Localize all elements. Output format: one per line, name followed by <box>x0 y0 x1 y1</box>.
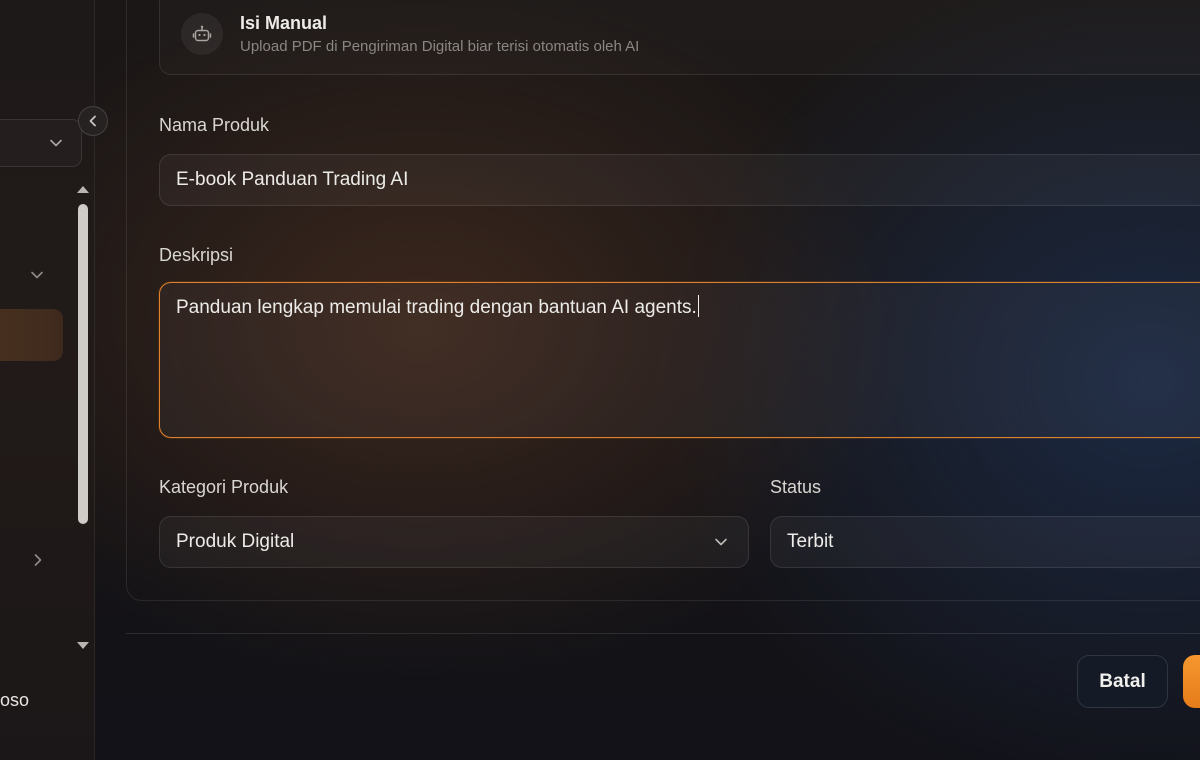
scrollbar-thumb[interactable] <box>78 204 88 524</box>
description-textarea[interactable]: Panduan lengkap memulai trading dengan b… <box>159 282 1200 438</box>
category-label: Kategori Produk <box>159 477 289 497</box>
category-select[interactable]: Produk Digital <box>159 516 749 568</box>
description-value: Panduan lengkap memulai trading dengan b… <box>176 297 697 318</box>
scrollbar-down-arrow[interactable] <box>77 642 89 649</box>
sidebar-collapse-button[interactable] <box>78 106 108 136</box>
chevron-down-icon <box>715 538 727 546</box>
manual-fill-subtitle: Upload PDF di Pengiriman Digital biar te… <box>240 38 640 55</box>
product-name-label: Nama Produk <box>159 115 270 135</box>
category-value: Produk Digital <box>176 531 295 552</box>
manual-fill-title: Isi Manual <box>240 13 328 33</box>
product-name-value: E-book Panduan Trading AI <box>176 169 409 190</box>
scrollbar-up-arrow[interactable] <box>77 186 89 193</box>
save-button[interactable] <box>1183 655 1200 708</box>
text-caret <box>697 295 700 317</box>
sidebar-select[interactable] <box>0 119 82 167</box>
robot-icon <box>192 25 212 42</box>
manual-icon-badge <box>181 13 223 55</box>
chevron-left-icon <box>89 115 96 127</box>
footer-divider <box>126 633 1200 634</box>
chevron-right-icon[interactable] <box>31 553 45 567</box>
status-select[interactable]: Terbit <box>770 516 1200 568</box>
chevron-down-icon[interactable] <box>30 268 44 282</box>
chevron-down-icon <box>50 139 62 147</box>
status-value: Terbit <box>787 531 834 552</box>
sidebar-user-label[interactable]: oso <box>0 690 29 711</box>
description-label: Deskripsi <box>159 245 234 265</box>
cancel-button[interactable]: Batal <box>1077 655 1168 708</box>
status-label: Status <box>770 477 822 497</box>
sidebar-item-active[interactable] <box>0 309 63 361</box>
product-name-input[interactable]: E-book Panduan Trading AI <box>159 154 1200 206</box>
